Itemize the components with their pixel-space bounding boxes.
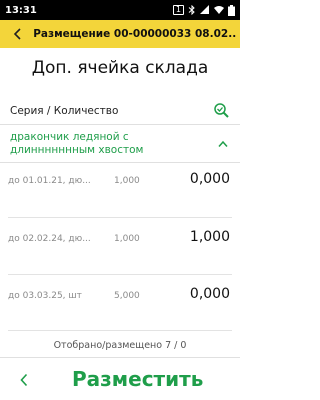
divider bbox=[0, 124, 240, 125]
row-quantity: 5,000 bbox=[114, 291, 140, 301]
document-title: Размещение 00-00000033 08.02.... bbox=[33, 28, 236, 40]
place-button[interactable]: Разместить bbox=[72, 367, 203, 391]
status-bar: 13:31 1 bbox=[0, 0, 240, 20]
product-group[interactable]: дракончик ледяной с длиннннннным хвостом bbox=[0, 127, 240, 161]
row-quantity: 1,000 bbox=[114, 234, 140, 244]
status-time: 13:31 bbox=[5, 4, 37, 16]
battery-icon bbox=[228, 4, 235, 16]
row-placed-value[interactable]: 1,000 bbox=[190, 229, 230, 245]
row-series: до 03.03.25, шт bbox=[8, 291, 82, 301]
app-header: Размещение 00-00000033 08.02.... bbox=[0, 20, 240, 48]
chevron-left-icon bbox=[13, 28, 21, 40]
chevron-left-icon bbox=[20, 373, 28, 387]
section-header: Серия / Количество bbox=[0, 98, 240, 124]
back-button[interactable] bbox=[8, 24, 27, 44]
row-placed-value[interactable]: 0,000 bbox=[190, 171, 230, 187]
row-divider bbox=[8, 330, 232, 331]
table-row[interactable]: до 03.03.25, шт 5,000 0,000 bbox=[0, 283, 240, 340]
divider bbox=[0, 357, 240, 358]
page-title: Доп. ячейка склада bbox=[31, 58, 209, 78]
section-label: Серия / Количество bbox=[10, 105, 119, 117]
row-divider bbox=[8, 217, 232, 218]
row-placed-value[interactable]: 0,000 bbox=[190, 286, 230, 302]
signal-icon bbox=[200, 5, 209, 14]
chevron-up-icon[interactable] bbox=[218, 140, 228, 148]
bluetooth-icon bbox=[188, 5, 195, 15]
product-group-title: дракончик ледяной с длиннннннным хвостом bbox=[10, 131, 144, 156]
bottom-bar: Разместить bbox=[0, 360, 240, 400]
row-series: до 02.02.24, дю... bbox=[8, 234, 91, 244]
picked-placed-summary: Отобрано/размещено 7 / 0 bbox=[53, 340, 187, 351]
divider bbox=[0, 162, 240, 163]
row-quantity: 1,000 bbox=[114, 176, 140, 186]
sim-indicator: 1 bbox=[172, 5, 184, 15]
row-series: до 01.01.21, дю... bbox=[8, 176, 91, 186]
search-list-icon[interactable] bbox=[212, 102, 230, 120]
row-divider bbox=[8, 274, 232, 275]
status-icons: 1 bbox=[172, 4, 235, 16]
wifi-icon bbox=[214, 6, 224, 14]
bottom-back-button[interactable] bbox=[14, 370, 34, 390]
